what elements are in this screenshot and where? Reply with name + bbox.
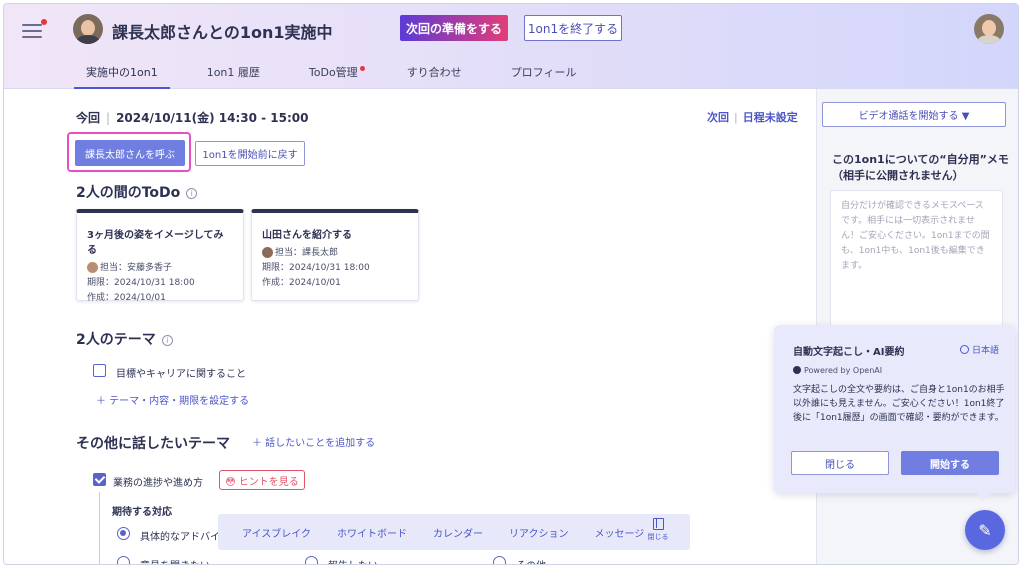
call-partner-button[interactable]: 課長太郎さんを呼ぶ (75, 140, 185, 166)
next-schedule: 次回 | 日程未設定 (707, 111, 798, 124)
sidebar-collapse-icon (652, 518, 664, 530)
panel-start-button[interactable]: 開始する (901, 451, 999, 475)
radio-advice[interactable] (117, 527, 130, 540)
next-value[interactable]: 日程未設定 (743, 111, 798, 124)
openai-logo-icon (793, 366, 801, 374)
todo-card-assignee-text: 担当：安藤多香子 (100, 263, 173, 273)
tab-bar: 実施中の1on1 1on1 履歴 ToDo管理 すり合わせ プロフィール (74, 62, 613, 89)
revert-to-prestart-button[interactable]: 1on1を開始前に戻す (195, 141, 305, 166)
todo-card-due: 期限：2024/10/31 18:00 (262, 263, 370, 273)
powered-by-text: Powered by OpenAI (804, 366, 883, 375)
info-icon[interactable]: i (186, 187, 198, 199)
transcription-description: 文字起こしの全文や要約は、ご自身と1on1のお相手以外誰にも見えません。ご安心く… (793, 385, 1005, 423)
tab-profile[interactable]: プロフィール (499, 62, 589, 89)
hint-button[interactable]: 😳 ヒントを見る (219, 470, 305, 490)
theme-checkbox[interactable] (93, 364, 106, 377)
divider (99, 492, 100, 564)
whiteboard-tool[interactable]: ホワイトボード (337, 525, 407, 540)
radio-report[interactable] (305, 556, 318, 564)
prepare-next-button[interactable]: 次回の準備をする (400, 15, 508, 41)
theme-heading: 2人のテーマ i (76, 329, 173, 349)
powered-by: Powered by OpenAI (793, 366, 882, 375)
notification-dot (359, 66, 365, 71)
panel-close-button[interactable]: 閉じる (791, 451, 889, 475)
add-theme-link[interactable]: ＋ テーマ・内容・期限を設定する (96, 392, 249, 407)
radio-opinion[interactable] (117, 556, 130, 564)
app-window: 課長太郎さんとの1on1実施中 次回の準備をする 1on1を終了する 実施中の1… (3, 3, 1019, 565)
user-avatar[interactable] (974, 14, 1004, 44)
radio-report-label: 報告したい (328, 557, 378, 564)
language-selector[interactable]: 日本語 (960, 343, 999, 356)
info-icon[interactable]: i (161, 334, 173, 346)
todo-card-title: 山田さんを紹介する (262, 230, 352, 241)
magic-pen-icon: ✎ (978, 520, 992, 540)
todo-card-assignee: 担当：安藤多香子 (87, 262, 233, 274)
hamburger-menu-icon[interactable] (22, 19, 47, 40)
todo-card-created: 作成：2024/10/01 (87, 293, 166, 303)
language-label: 日本語 (972, 346, 1000, 356)
assignee-avatar (262, 247, 273, 258)
reaction-tool[interactable]: リアクション (509, 525, 569, 540)
theme-item-label: 目標やキャリアに関すること (116, 369, 246, 380)
expect-label: 期待する対応 (112, 507, 172, 518)
todo-card[interactable]: 3ヶ月後の姿をイメージしてみる 担当：安藤多香子 期限：2024/10/31 1… (76, 209, 244, 303)
next-label[interactable]: 次回 (707, 111, 729, 124)
tool-bar: アイスブレイク ホワイトボード カレンダー リアクション メッセージ 閉じる (218, 514, 690, 550)
calendar-tool[interactable]: カレンダー (433, 525, 483, 540)
tab-todo[interactable]: ToDo管理 (297, 62, 370, 89)
todo-card-created: 作成：2024/10/01 (262, 278, 341, 288)
topic-item-label: 業務の進捗や進め方 (113, 478, 203, 489)
todo-card-title: 3ヶ月後の姿をイメージしてみる (87, 230, 224, 256)
end-1on1-button[interactable]: 1on1を終了する (524, 15, 622, 41)
add-topic-link[interactable]: ＋ 話したいことを追加する (252, 434, 375, 449)
tab-alignment[interactable]: すり合わせ (395, 62, 474, 89)
tab-todo-label: ToDo管理 (308, 66, 358, 79)
tab-current-1on1[interactable]: 実施中の1on1 (74, 62, 170, 89)
notification-dot (41, 19, 47, 25)
theme-heading-text: 2人のテーマ (76, 332, 156, 348)
today-label: 今回 (76, 111, 101, 125)
radio-other-label: その他 (516, 557, 546, 564)
globe-icon (960, 345, 969, 354)
todo-card[interactable]: 山田さんを紹介する 担当：課長太郎 期限：2024/10/31 18:00 作成… (251, 209, 419, 301)
radio-advice-label: 具体的なアドバイ (140, 532, 220, 543)
ai-assist-fab[interactable]: ✎ (965, 510, 1005, 550)
topic-checkbox[interactable] (93, 473, 106, 486)
memo-title: この1on1についての“自分用”メモ（相手に公開されません） (832, 153, 1009, 182)
message-tool[interactable]: メッセージ (595, 525, 645, 540)
todo-heading: 2人の間のToDo i (76, 182, 198, 202)
todo-heading-text: 2人の間のToDo (76, 185, 181, 201)
datetime-value: 2024/10/11(金) 14:30 - 15:00 (116, 111, 309, 125)
todo-card-assignee: 担当：課長太郎 (262, 247, 408, 259)
memo-textarea[interactable]: 自分だけが確認できるメモスペースです。相手には一切表示されません！ご安心ください… (830, 190, 1003, 328)
tab-history[interactable]: 1on1 履歴 (195, 62, 272, 89)
session-datetime: 今回 | 2024/10/11(金) 14:30 - 15:00 (76, 111, 309, 125)
header-bar: 課長太郎さんとの1on1実施中 次回の準備をする 1on1を終了する 実施中の1… (4, 4, 1018, 89)
page-title: 課長太郎さんとの1on1実施中 (112, 23, 333, 42)
radio-other[interactable] (493, 556, 506, 564)
toolbar-close-button[interactable]: 閉じる (646, 518, 670, 542)
assignee-avatar (87, 262, 98, 273)
other-topics-heading: その他に話したいテーマ (76, 436, 230, 452)
icebreak-tool[interactable]: アイスブレイク (242, 525, 311, 540)
panel-pointer (976, 493, 990, 501)
transcription-title: 自動文字起こし・AI要約 (793, 347, 905, 358)
todo-card-assignee-text: 担当：課長太郎 (275, 248, 339, 258)
todo-card-due: 期限：2024/10/31 18:00 (87, 278, 195, 288)
start-video-call-button[interactable]: ビデオ通話を開始する ▼ (822, 102, 1006, 127)
radio-opinion-label: 意見を聞きたい (140, 557, 210, 564)
partner-avatar (73, 14, 103, 44)
toolbar-close-label: 閉じる (647, 533, 669, 541)
